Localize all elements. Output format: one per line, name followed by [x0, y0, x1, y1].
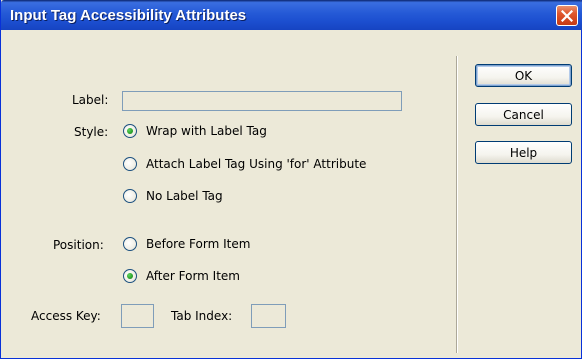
position-option-before-label: Before Form Item — [146, 237, 251, 251]
radio-button[interactable] — [123, 157, 137, 171]
help-button[interactable]: Help — [475, 141, 572, 164]
vertical-divider — [456, 56, 458, 353]
close-icon — [561, 9, 573, 22]
position-option-before[interactable]: Before Form Item — [123, 237, 250, 251]
ok-button[interactable]: OK — [475, 64, 572, 87]
radio-button[interactable] — [123, 124, 137, 138]
style-option-attach-for-label: Attach Label Tag Using 'for' Attribute — [146, 157, 367, 171]
style-caption: Style: — [74, 125, 109, 139]
title-bar[interactable]: Input Tag Accessibility Attributes — [1, 0, 582, 30]
radio-button[interactable] — [123, 189, 137, 203]
window-title: Input Tag Accessibility Attributes — [10, 7, 247, 24]
radio-button[interactable] — [123, 269, 137, 283]
dialog-window: Input Tag Accessibility Attributes Label… — [0, 0, 582, 359]
label-caption: Label: — [72, 93, 109, 107]
position-option-after-label: After Form Item — [146, 269, 240, 283]
style-option-none[interactable]: No Label Tag — [123, 189, 223, 203]
style-option-wrap-label: Wrap with Label Tag — [146, 124, 267, 138]
position-caption: Position: — [53, 238, 104, 252]
style-option-wrap[interactable]: Wrap with Label Tag — [123, 124, 267, 138]
style-option-none-label: No Label Tag — [146, 189, 223, 203]
label-input[interactable] — [122, 91, 402, 111]
style-option-attach-for[interactable]: Attach Label Tag Using 'for' Attribute — [123, 157, 366, 171]
access-key-input[interactable] — [121, 304, 154, 328]
close-button[interactable] — [556, 5, 578, 26]
access-key-caption: Access Key: — [31, 309, 101, 323]
cancel-button[interactable]: Cancel — [475, 103, 572, 126]
radio-button[interactable] — [123, 237, 137, 251]
tab-index-input[interactable] — [251, 304, 286, 328]
position-option-after[interactable]: After Form Item — [123, 269, 240, 283]
tab-index-caption: Tab Index: — [171, 309, 233, 323]
